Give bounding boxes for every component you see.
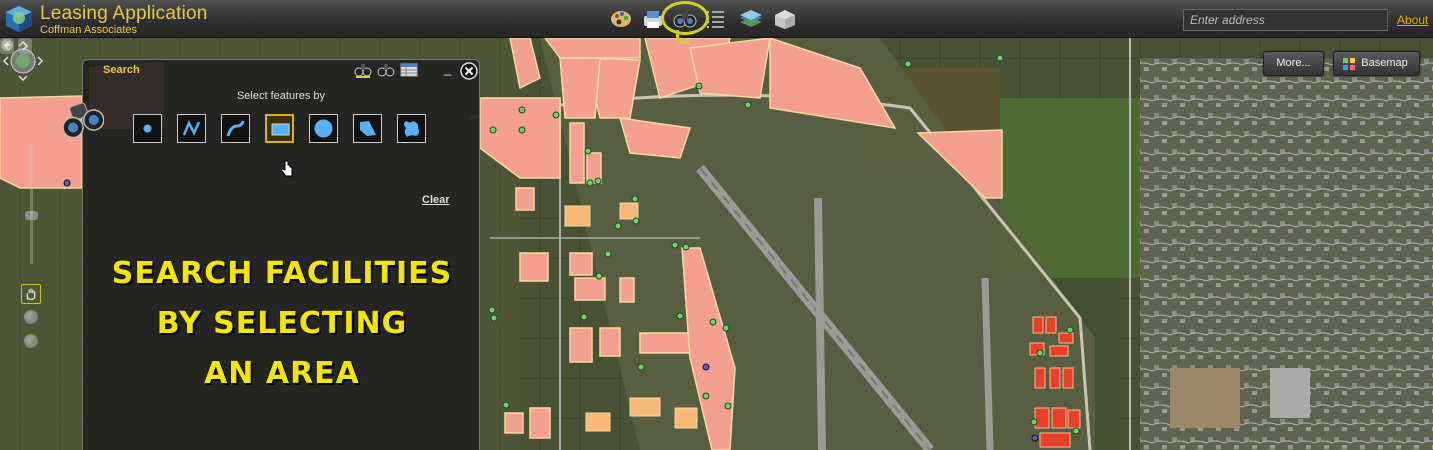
tab-select-by-graphic-icon[interactable] <box>354 62 372 78</box>
app-title: Leasing Application <box>40 3 208 24</box>
basemap-layers-icon[interactable] <box>738 7 764 31</box>
polyline-tool-button[interactable] <box>177 114 206 143</box>
search-panel-binoculars-icon <box>62 102 104 139</box>
point-icon <box>143 124 152 133</box>
zoom-out-icon[interactable] <box>0 38 14 52</box>
freehand-polygon-tool-button[interactable] <box>397 114 426 143</box>
address-search-input[interactable] <box>1183 9 1388 31</box>
layers-palette-icon[interactable] <box>608 7 634 31</box>
search-tool-highlight-tail <box>676 30 690 44</box>
app-subtitle: Coffman Associates <box>40 24 138 36</box>
zoom-slider-thumb[interactable] <box>25 211 38 220</box>
top-bar: Leasing Application Coffman Associates A… <box>0 0 1433 44</box>
clear-link[interactable]: Clear <box>422 194 450 206</box>
pan-hand-icon[interactable] <box>21 284 41 304</box>
rectangle-tool-button[interactable] <box>265 114 294 143</box>
tutorial-caption: SEARCH FACILITIES BY SELECTING AN AREA <box>83 249 481 399</box>
freehand-line-tool-button[interactable] <box>221 114 250 143</box>
minimize-icon[interactable]: _ <box>444 62 454 78</box>
next-extent-icon[interactable] <box>24 334 38 348</box>
rectangle-icon <box>271 123 290 136</box>
tab-results-table-icon[interactable] <box>400 62 418 78</box>
polygon-tool-button[interactable] <box>353 114 382 143</box>
previous-extent-icon[interactable] <box>24 310 38 324</box>
close-icon[interactable] <box>459 61 479 81</box>
panel-title: Search <box>103 64 140 76</box>
tab-select-by-attribute-icon[interactable] <box>377 62 395 78</box>
more-button[interactable]: More... <box>1263 51 1324 76</box>
point-tool-button[interactable] <box>133 114 162 143</box>
hand-cursor-icon <box>281 160 293 177</box>
polygon-icon <box>360 121 376 136</box>
circle-tool-button[interactable] <box>309 114 338 143</box>
search-panel: Search _ Select features by Clear SEARCH… <box>82 59 480 450</box>
box-tool-icon[interactable] <box>772 7 798 31</box>
select-features-label: Select features by <box>236 90 326 102</box>
circle-icon <box>314 119 333 138</box>
freehand-line-icon <box>226 120 245 137</box>
caption-line: BY SELECTING <box>156 306 408 341</box>
caption-line: AN AREA <box>204 356 360 391</box>
zoom-slider-track[interactable] <box>30 144 33 264</box>
basemap-label: Basemap <box>1361 57 1408 69</box>
freehand-polygon-icon <box>404 121 420 137</box>
globe-cube-icon <box>6 6 32 32</box>
polyline-icon <box>182 119 201 136</box>
basemap-grid-icon <box>1343 58 1355 70</box>
caption-line: SEARCH FACILITIES <box>111 256 453 291</box>
basemap-button[interactable]: Basemap <box>1333 51 1420 76</box>
about-link[interactable]: About <box>1397 13 1428 27</box>
